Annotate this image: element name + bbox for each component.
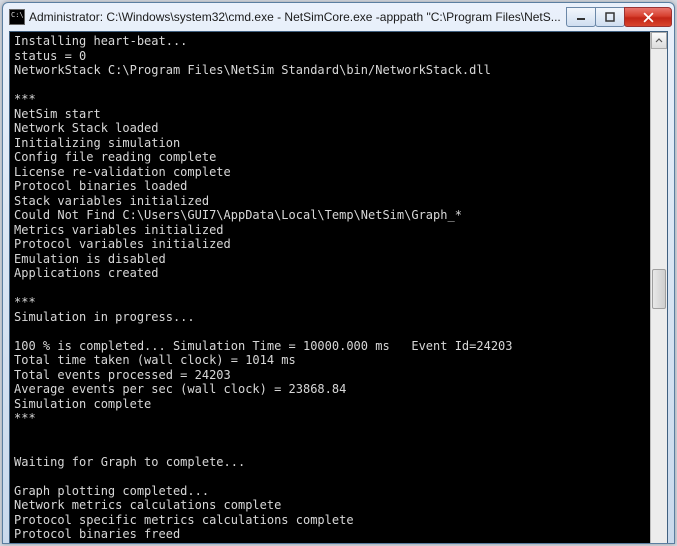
console-line: Metrics variables initialized (14, 223, 646, 238)
console-line: Protocol binaries loaded (14, 179, 646, 194)
console-line (14, 426, 646, 441)
console-line: Stack memory freed (14, 542, 646, 545)
titlebar[interactable]: Administrator: C:\Windows\system32\cmd.e… (3, 3, 674, 31)
console-line: Simulation in progress... (14, 310, 646, 325)
console-line: Initializing simulation (14, 136, 646, 151)
console-line (14, 324, 646, 339)
window-controls (567, 7, 672, 27)
console-line: *** (14, 92, 646, 107)
console-line: Graph plotting completed... (14, 484, 646, 499)
maximize-icon (605, 12, 615, 22)
minimize-icon (576, 12, 586, 22)
scroll-up-button[interactable] (651, 32, 667, 49)
console-line: 100 % is completed... Simulation Time = … (14, 339, 646, 354)
console-line: Protocol specific metrics calculations c… (14, 513, 646, 528)
console-line: Emulation is disabled (14, 252, 646, 267)
console-line: NetSim start (14, 107, 646, 122)
console-line (14, 281, 646, 296)
console-line: Network Stack loaded (14, 121, 646, 136)
console-line: Average events per sec (wall clock) = 23… (14, 382, 646, 397)
minimize-button[interactable] (566, 7, 596, 27)
console-line: Network metrics calculations complete (14, 498, 646, 513)
console-line (14, 78, 646, 93)
console-line: Simulation complete (14, 397, 646, 412)
console-line: Config file reading complete (14, 150, 646, 165)
console-line: Could Not Find C:\Users\GUI7\AppData\Loc… (14, 208, 646, 223)
close-button[interactable] (624, 7, 672, 27)
console-line: Total time taken (wall clock) = 1014 ms (14, 353, 646, 368)
console-line: Installing heart-beat... (14, 34, 646, 49)
vertical-scrollbar[interactable] (650, 32, 667, 544)
maximize-button[interactable] (595, 7, 625, 27)
console-line: License re-validation complete (14, 165, 646, 180)
console-line (14, 469, 646, 484)
console-line: Stack variables initialized (14, 194, 646, 209)
chevron-up-icon (655, 37, 663, 45)
console-line: status = 0 (14, 49, 646, 64)
window-title: Administrator: C:\Windows\system32\cmd.e… (29, 3, 567, 31)
console-line: Waiting for Graph to complete... (14, 455, 646, 470)
console-line: *** (14, 411, 646, 426)
console-line: Applications created (14, 266, 646, 281)
console-line: Protocol variables initialized (14, 237, 646, 252)
cmd-window: Administrator: C:\Windows\system32\cmd.e… (2, 2, 675, 544)
console-line: Total events processed = 24203 (14, 368, 646, 383)
scroll-thumb[interactable] (652, 269, 666, 309)
console-line (14, 440, 646, 455)
client-area: Installing heart-beat...status = 0Networ… (9, 31, 668, 544)
console-line: *** (14, 295, 646, 310)
cmd-icon (9, 9, 25, 25)
console-line: Protocol binaries freed (14, 527, 646, 542)
console-line: NetworkStack C:\Program Files\NetSim Sta… (14, 63, 646, 78)
scroll-track[interactable] (651, 49, 667, 544)
console-output[interactable]: Installing heart-beat...status = 0Networ… (10, 32, 650, 544)
close-icon (643, 12, 654, 23)
